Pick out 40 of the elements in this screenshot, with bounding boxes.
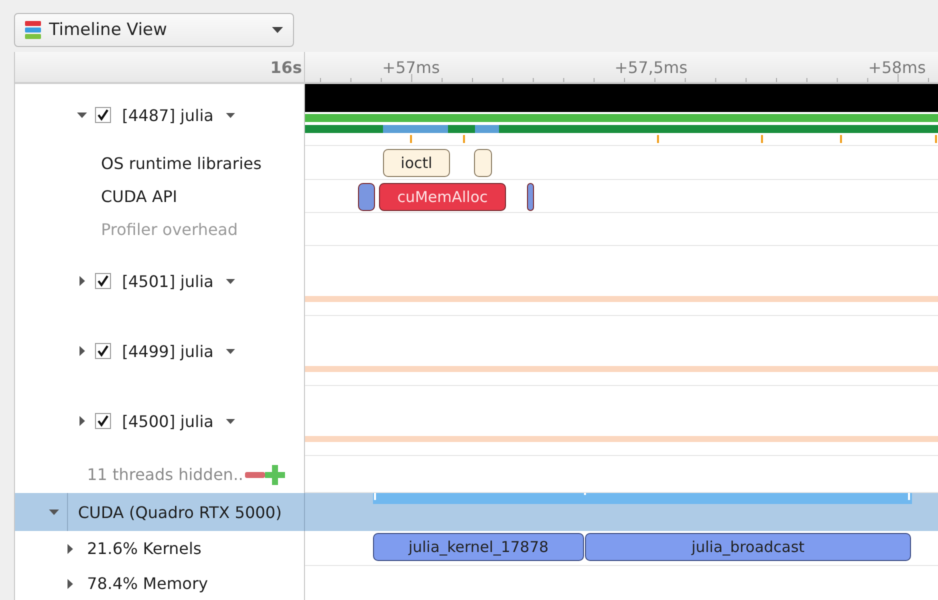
expand-arrow-icon[interactable] [65,578,75,588]
process-label: [4487] julia [122,106,214,124]
os-call-block[interactable] [474,149,492,177]
checkbox[interactable] [95,343,111,359]
thread-row-label: OS runtime libraries [100,154,262,172]
kernel-block[interactable]: julia_kernel_17878 [373,533,584,561]
dropdown-caret-icon[interactable] [226,112,235,118]
time-tick-label: +57,5ms [614,58,688,77]
os-call-block[interactable]: ioctl [383,149,450,177]
thread-row-label: Profiler overhead [100,220,238,239]
dropdown-caret-icon[interactable] [226,348,235,354]
kernel-block[interactable]: julia_broadcast [585,533,911,561]
thread-row-label: CUDA API [100,187,178,206]
minus-icon[interactable] [245,472,266,478]
gpu-row-label: 78.4% Memory [87,574,208,593]
view-selector-dropdown[interactable]: Timeline View [14,13,294,47]
time-tick-label: +58ms [868,58,926,77]
dropdown-caret-icon [272,27,283,33]
expand-arrow-icon[interactable] [77,416,87,426]
hidden-threads-label: 11 threads hidden.. [87,465,244,484]
expand-arrow-icon[interactable] [77,346,87,356]
timeline-view-icon [25,21,41,39]
process-label: [4501] julia [122,272,214,290]
api-call-block[interactable] [358,183,375,211]
checkbox[interactable] [95,413,111,429]
dropdown-caret-icon[interactable] [226,278,235,284]
gpu-row-label: 21.6% Kernels [87,539,202,558]
dropdown-caret-icon[interactable] [226,418,235,424]
expand-arrow-icon[interactable] [77,276,87,286]
expand-arrow-icon[interactable] [65,544,75,554]
gpu-device-label[interactable]: CUDA (Quadro RTX 5000) [67,493,305,531]
collapse-arrow-icon[interactable] [49,507,59,517]
api-call-block[interactable] [527,183,534,211]
checkbox[interactable] [95,273,111,289]
checkbox[interactable] [95,107,111,123]
time-origin-label: 16s [270,58,302,76]
time-tick-label: +57ms [382,58,440,77]
process-label: [4500] julia [122,412,214,430]
collapse-arrow-icon[interactable] [77,110,87,120]
process-label: [4499] julia [122,342,214,360]
